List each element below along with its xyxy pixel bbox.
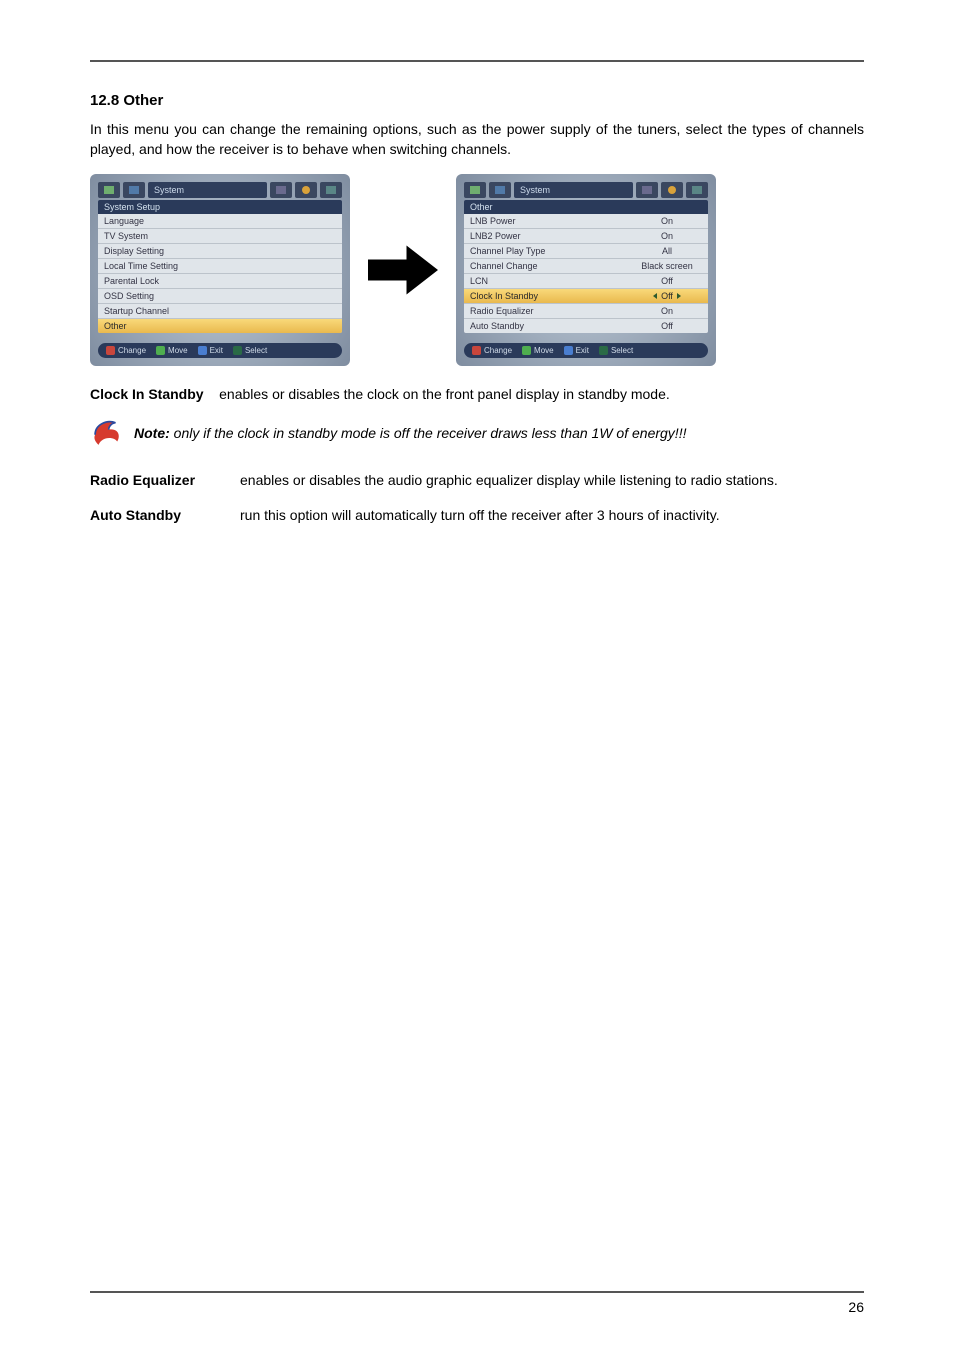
footer-select: Select bbox=[599, 346, 633, 355]
panel-tabs-row: System bbox=[98, 182, 342, 198]
footer-move: Move bbox=[522, 346, 554, 355]
right-panel-list: LNB Power On LNB2 Power On Channel Play Type… bbox=[464, 214, 708, 333]
clock-in-standby-term: Clock In Standby bbox=[90, 386, 204, 402]
tab-icon-2 bbox=[123, 182, 145, 198]
panel-item-value: Off bbox=[632, 321, 702, 331]
note-text: Note: only if the clock in standby mode … bbox=[134, 425, 686, 441]
panel-item-label: Clock In Standby bbox=[470, 291, 538, 301]
footer-exit: Exit bbox=[564, 346, 589, 355]
footer-move: Move bbox=[156, 346, 188, 355]
panel-item[interactable]: Radio Equalizer On bbox=[464, 304, 708, 319]
panel-item-value: Black screen bbox=[632, 261, 702, 271]
panel-item[interactable]: LNB Power On bbox=[464, 214, 708, 229]
panel-item-label: LCN bbox=[470, 276, 488, 286]
panel-item-label: Startup Channel bbox=[104, 306, 169, 316]
panel-item-value: Off bbox=[632, 276, 702, 286]
tab-icon-4 bbox=[661, 182, 683, 198]
panel-item-label: Channel Change bbox=[470, 261, 538, 271]
auto-standby-desc: run this option will automatically turn … bbox=[240, 505, 864, 525]
panel-item-label: LNB2 Power bbox=[470, 231, 521, 241]
footer-exit: Exit bbox=[198, 346, 223, 355]
panel-item[interactable]: TV System bbox=[98, 229, 342, 244]
page-footer: 26 bbox=[90, 1291, 864, 1315]
panel-item-label: Language bbox=[104, 216, 144, 226]
right-panel-footer: Change Move Exit Select bbox=[464, 343, 708, 358]
panel-item[interactable]: Startup Channel bbox=[98, 304, 342, 319]
panel-item-label: TV System bbox=[104, 231, 148, 241]
footer-select: Select bbox=[233, 346, 267, 355]
warning-icon bbox=[90, 416, 124, 450]
section-intro: In this menu you can change the remainin… bbox=[90, 119, 864, 160]
panel-item-label: Parental Lock bbox=[104, 276, 159, 286]
panel-item[interactable]: Other bbox=[98, 319, 342, 333]
panel-item[interactable]: Parental Lock bbox=[98, 274, 342, 289]
panel-item-label: Display Setting bbox=[104, 246, 164, 256]
tab-icon-1 bbox=[464, 182, 486, 198]
tab-icon-3 bbox=[270, 182, 292, 198]
panel-item[interactable]: Auto Standby Off bbox=[464, 319, 708, 333]
left-panel-header: System Setup bbox=[98, 200, 342, 214]
panel-item[interactable]: OSD Setting bbox=[98, 289, 342, 304]
panel-item[interactable]: LNB2 Power On bbox=[464, 229, 708, 244]
panel-item-value: On bbox=[632, 216, 702, 226]
note-label: Note: bbox=[134, 425, 170, 441]
left-panel-list: Language TV System Display Setting Local Ti… bbox=[98, 214, 342, 333]
panel-item-label: OSD Setting bbox=[104, 291, 154, 301]
panel-item[interactable]: Channel Play Type All bbox=[464, 244, 708, 259]
chevron-right-icon[interactable] bbox=[677, 293, 681, 299]
panel-item-value: On bbox=[632, 306, 702, 316]
tab-icon-2 bbox=[489, 182, 511, 198]
panel-tabs-row: System bbox=[464, 182, 708, 198]
panel-item-value: On bbox=[632, 231, 702, 241]
tab-icon-5 bbox=[320, 182, 342, 198]
panel-item[interactable]: Local Time Setting bbox=[98, 259, 342, 274]
tab-icon-3 bbox=[636, 182, 658, 198]
system-setup-panel: System System Setup Language TV System Dis… bbox=[90, 174, 350, 366]
footer-rule bbox=[90, 1291, 864, 1293]
panel-item-label: Auto Standby bbox=[470, 321, 524, 331]
note-row: Note: only if the clock in standby mode … bbox=[90, 416, 864, 450]
radio-equalizer-term: Radio Equalizer bbox=[90, 470, 240, 490]
figures-row: System System Setup Language TV System Dis… bbox=[90, 174, 864, 366]
top-rule bbox=[90, 60, 864, 62]
panel-item-value-text: Off bbox=[661, 291, 673, 301]
panel-item-label: Other bbox=[104, 321, 127, 331]
tab-icon-4 bbox=[295, 182, 317, 198]
section-heading: 12.8 Other bbox=[90, 92, 864, 109]
right-panel-header: Other bbox=[464, 200, 708, 214]
clock-in-standby-desc: enables or disables the clock on the fro… bbox=[219, 386, 670, 402]
panel-item-label: LNB Power bbox=[470, 216, 516, 226]
tab-icon-1 bbox=[98, 182, 120, 198]
footer-change: Change bbox=[106, 346, 146, 355]
panel-item[interactable]: Clock In Standby Off bbox=[464, 289, 708, 304]
tab-icon-5 bbox=[686, 182, 708, 198]
note-body: only if the clock in standby mode is off… bbox=[174, 425, 687, 441]
panel-item[interactable]: Channel Change Black screen bbox=[464, 259, 708, 274]
tab-group-title: System bbox=[148, 182, 267, 198]
panel-item[interactable]: Language bbox=[98, 214, 342, 229]
radio-equalizer-desc: enables or disables the audio graphic eq… bbox=[240, 470, 864, 490]
panel-item-label: Radio Equalizer bbox=[470, 306, 534, 316]
other-settings-panel: System Other LNB Power On LNB2 Power On Chan… bbox=[456, 174, 716, 366]
panel-item-label: Channel Play Type bbox=[470, 246, 545, 256]
arrow-right-icon bbox=[368, 242, 438, 298]
panel-item-value: Off bbox=[632, 291, 702, 301]
definitions-table: Radio Equalizer enables or disables the … bbox=[90, 470, 864, 525]
left-panel-footer: Change Move Exit Select bbox=[98, 343, 342, 358]
page-number: 26 bbox=[90, 1299, 864, 1315]
chevron-left-icon[interactable] bbox=[653, 293, 657, 299]
tab-group-title: System bbox=[514, 182, 633, 198]
panel-item[interactable]: LCN Off bbox=[464, 274, 708, 289]
panel-item-label: Local Time Setting bbox=[104, 261, 178, 271]
panel-item[interactable]: Display Setting bbox=[98, 244, 342, 259]
panel-item-value: All bbox=[632, 246, 702, 256]
clock-in-standby-definition: Clock In Standby enables or disables the… bbox=[90, 384, 864, 404]
footer-change: Change bbox=[472, 346, 512, 355]
auto-standby-term: Auto Standby bbox=[90, 505, 240, 525]
